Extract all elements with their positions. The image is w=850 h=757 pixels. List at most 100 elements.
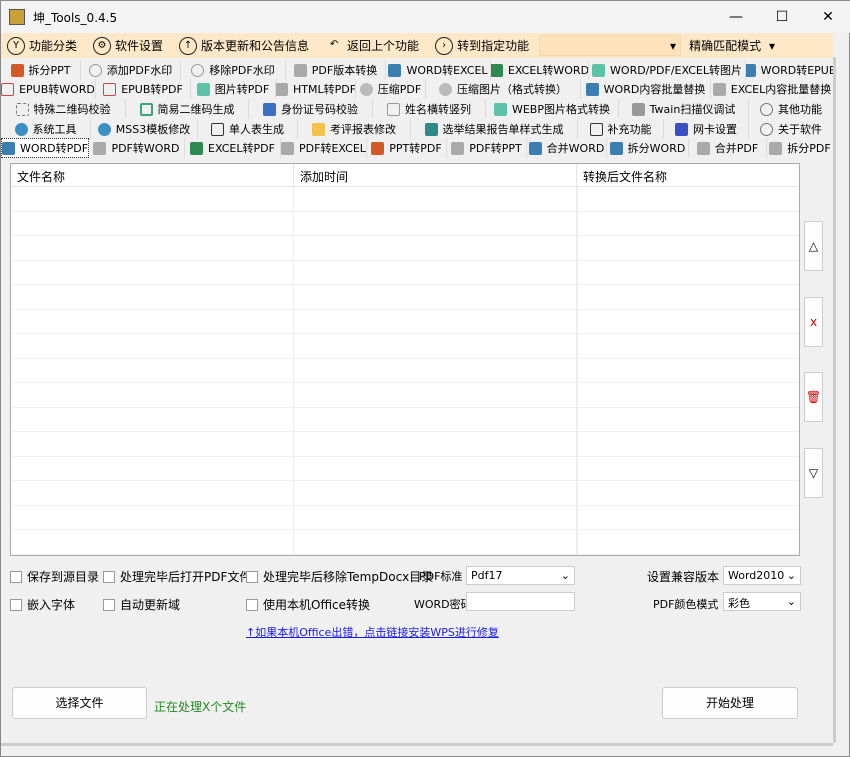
horizontal-scrollbar[interactable] (1, 743, 833, 746)
excel-icon (190, 142, 203, 155)
tab-merge-pdf[interactable]: 合并PDF (689, 138, 767, 158)
tab-webp[interactable]: WEBP图片格式转换 (486, 99, 619, 119)
tab-image-to-pdf[interactable]: 图片转PDF (191, 79, 276, 99)
tab-network[interactable]: 网卡设置 (664, 119, 749, 139)
info-icon (760, 123, 773, 136)
tab-remove-watermark[interactable]: 移除PDF水印 (181, 60, 286, 80)
empty-grid-row (11, 457, 799, 482)
clear-button[interactable]: 🗑 (804, 372, 823, 422)
column-header-output[interactable]: 转换后文件名称 (577, 164, 799, 186)
tab-label: 拆分PPT (29, 62, 71, 78)
word-password-input[interactable] (466, 592, 575, 611)
maximize-button[interactable]: ☐ (759, 1, 805, 33)
install-wps-link[interactable]: ↑如果本机Office出错，点击链接安装WPS进行修复 (246, 624, 499, 640)
tab-compress-pdf[interactable]: 压缩PDF (356, 79, 426, 99)
vertical-scrollbar[interactable] (833, 57, 836, 743)
tab-split-pdf[interactable]: 拆分PDF (767, 138, 834, 158)
processing-status: 正在处理X个文件 (154, 698, 246, 715)
tab-compress-image[interactable]: 压缩图片（格式转换） (426, 79, 581, 99)
tab-mss3[interactable]: MSS3模板修改 (91, 119, 198, 139)
file-grid[interactable]: 文件名称 添加时间 转换后文件名称 (10, 163, 800, 556)
tab-to-image[interactable]: WORD/PDF/EXCEL转图片 (589, 60, 746, 80)
document-icon (211, 123, 224, 136)
save-to-source-checkbox[interactable]: 保存到源目录 (10, 568, 99, 585)
tab-add-watermark[interactable]: 添加PDF水印 (81, 60, 181, 80)
tab-ppt-to-pdf[interactable]: PPT转PDF (367, 138, 447, 158)
tab-pdf-to-word[interactable]: PDF转WORD (89, 138, 185, 158)
tab-excel-to-word[interactable]: EXCEL转WORD (491, 60, 589, 80)
title-bar: 坤_Tools_0.4.5 — ☐ ✕ (1, 1, 850, 33)
category-label: 功能分类 (29, 37, 77, 54)
checkbox-box (10, 571, 22, 583)
column-header-time[interactable]: 添加时间 (294, 164, 577, 186)
tab-epub-to-word[interactable]: EPUB转WORD (1, 79, 96, 99)
tab-system-tools[interactable]: 系统工具 (1, 119, 91, 139)
start-button[interactable]: 开始处理 (662, 687, 798, 719)
compat-version-select[interactable]: Word2010⌄ (723, 566, 801, 585)
tab-pdf-to-ppt[interactable]: PDF转PPT (447, 138, 527, 158)
empty-grid-row (11, 383, 799, 408)
tab-excel-replace[interactable]: EXCEL内容批量替换 (711, 79, 834, 99)
delete-button[interactable]: x (804, 297, 823, 347)
tab-word-to-excel[interactable]: WORD转EXCEL (386, 60, 491, 80)
tab-split-word[interactable]: 拆分WORD (607, 138, 689, 158)
category-button[interactable]: Y功能分类 (7, 37, 77, 55)
tab-other[interactable]: 其他功能 (749, 99, 834, 119)
local-office-checkbox[interactable]: 使用本机Office转换 (246, 596, 370, 613)
tab-single-table[interactable]: 单人表生成 (198, 119, 298, 139)
tab-word-replace[interactable]: WORD内容批量替换 (581, 79, 711, 99)
tab-about[interactable]: 关于软件 (749, 119, 834, 139)
tab-epub-to-pdf[interactable]: EPUB转PDF (96, 79, 191, 99)
tab-supplement[interactable]: 补充功能 (578, 119, 664, 139)
tab-review-report[interactable]: 考评报表修改 (298, 119, 411, 139)
tab-election-report[interactable]: 选举结果报告单样式生成 (411, 119, 578, 139)
pdf-icon (451, 142, 464, 155)
tab-id-check[interactable]: 身份证号码校验 (249, 99, 373, 119)
tab-split-ppt[interactable]: 拆分PPT (1, 60, 81, 80)
pdf-color-select[interactable]: 彩色⌄ (723, 592, 801, 611)
tab-label: 考评报表修改 (330, 121, 396, 137)
tab-label: EPUB转PDF (121, 81, 183, 97)
image-icon (494, 103, 507, 116)
back-button[interactable]: ↶返回上个功能 (325, 37, 419, 55)
open-pdf-checkbox[interactable]: 处理完毕后打开PDF文件 (103, 568, 251, 585)
select-files-button[interactable]: 选择文件 (12, 687, 147, 719)
move-up-button[interactable]: △ (804, 221, 823, 271)
empty-grid-row (11, 506, 799, 531)
empty-grid-row (11, 432, 799, 457)
minimize-button[interactable]: — (713, 1, 759, 33)
tab-html-to-pdf[interactable]: HTML转PDF (276, 79, 356, 99)
tab-excel-to-pdf[interactable]: EXCEL转PDF (185, 138, 281, 158)
tab-label: EXCEL转WORD (508, 62, 589, 78)
match-mode-select[interactable]: 精确匹配模式▾ (685, 35, 779, 56)
tab-word-to-epub[interactable]: WORD转EPUB (746, 60, 834, 80)
back-arrow-icon: ↶ (325, 37, 343, 55)
tab-label: 选举结果报告单样式生成 (443, 121, 564, 137)
embed-fonts-checkbox[interactable]: 嵌入字体 (10, 596, 75, 613)
settings-button[interactable]: ⚙软件设置 (93, 37, 163, 55)
tab-pdf-version[interactable]: PDF版本转换 (286, 60, 386, 80)
tab-word-to-pdf[interactable]: WORD转PDF (1, 138, 89, 158)
tab-pdf-to-excel[interactable]: PDF转EXCEL (281, 138, 367, 158)
tab-special-qr[interactable]: 特殊二维码校验 (1, 99, 126, 119)
close-button[interactable]: ✕ (805, 1, 850, 33)
update-button[interactable]: ↑版本更新和公告信息 (179, 37, 309, 55)
auto-update-checkbox[interactable]: 自动更新域 (103, 596, 180, 613)
epub-icon (103, 83, 116, 96)
tab-label: Twain扫描仪调试 (650, 101, 736, 117)
tab-simple-qr[interactable]: 简易二维码生成 (126, 99, 249, 119)
column-header-filename[interactable]: 文件名称 (11, 164, 294, 186)
empty-grid-row (11, 310, 799, 335)
move-down-button[interactable]: ▽ (804, 448, 823, 498)
tab-label: WORD/PDF/EXCEL转图片 (610, 62, 742, 78)
tab-twain[interactable]: Twain扫描仪调试 (619, 99, 749, 119)
tab-merge-word[interactable]: 合并WORD (527, 138, 607, 158)
goto-button[interactable]: ›转到指定功能 (435, 37, 529, 55)
tab-name-vertical[interactable]: 姓名横转竖列 (373, 99, 486, 119)
empty-grid-row (11, 334, 799, 359)
function-search-combo[interactable]: ▾ (539, 35, 681, 56)
main-toolbar: Y功能分类 ⚙软件设置 ↑版本更新和公告信息 ↶返回上个功能 ›转到指定功能 ▾… (1, 33, 833, 58)
pdf-standard-select[interactable]: Pdf17⌄ (466, 566, 575, 585)
tab-label: MSS3模板修改 (116, 121, 190, 137)
remove-temp-checkbox[interactable]: 处理完毕后移除TempDocx目录 (246, 568, 433, 585)
